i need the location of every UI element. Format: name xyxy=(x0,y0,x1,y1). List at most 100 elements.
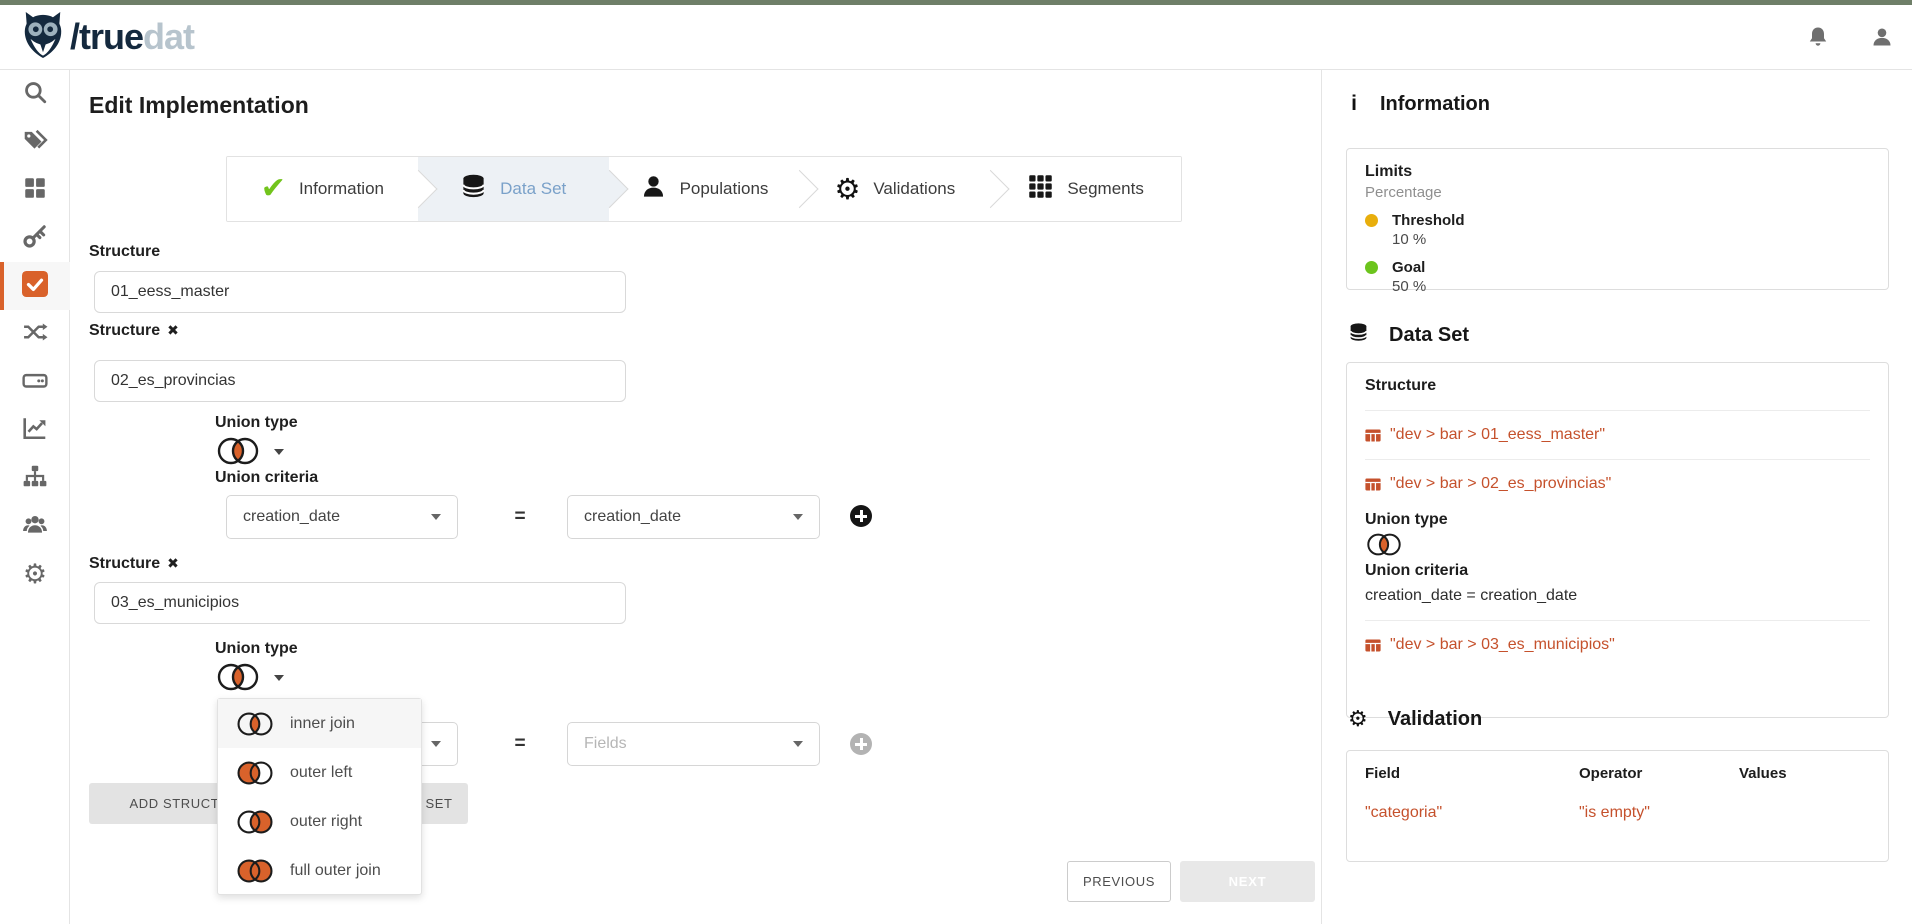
users-icon xyxy=(22,511,48,542)
chevron-down-icon xyxy=(793,741,803,747)
union-criteria-value: creation_date = creation_date xyxy=(1365,587,1870,605)
tab-segments[interactable]: Segments xyxy=(990,157,1181,221)
sidebar-item-sources[interactable] xyxy=(0,358,70,406)
tab-information[interactable]: ✔ Information xyxy=(227,157,418,221)
validation-values-value xyxy=(1739,804,1870,822)
information-card: Limits Percentage Threshold 10 % Goal 50… xyxy=(1346,148,1889,290)
validation-section-header: ⚙ Validation xyxy=(1348,708,1482,731)
chevron-down-icon xyxy=(431,741,441,747)
validation-operator-value: "is empty" xyxy=(1579,804,1739,822)
validation-col-operator: Operator xyxy=(1579,765,1739,782)
database-icon xyxy=(1348,322,1369,348)
data-set-card: Structure "dev > bar > 01_eess_master" "… xyxy=(1346,362,1889,718)
sidebar-item-lineage[interactable] xyxy=(0,310,70,358)
tab-populations[interactable]: Populations xyxy=(609,157,800,221)
goal-label: Goal xyxy=(1392,259,1425,276)
sidebar-item-catalog[interactable] xyxy=(0,166,70,214)
wizard-stepper: ✔ Information Data Set Populations ⚙ Val… xyxy=(226,156,1182,222)
search-icon xyxy=(22,79,48,110)
venn-inner-join-icon xyxy=(1365,532,1403,557)
structure-summary-label: Structure xyxy=(1365,377,1870,395)
dropdown-item-outer-right[interactable]: outer right xyxy=(218,797,421,846)
threshold-dot xyxy=(1365,214,1378,227)
next-button[interactable]: NEXT xyxy=(1180,861,1315,902)
sidebar-item-taxonomy[interactable] xyxy=(0,454,70,502)
validation-col-values: Values xyxy=(1739,765,1870,782)
validation-field-value: "categoria" xyxy=(1365,804,1579,822)
dropdown-item-outer-left[interactable]: outer left xyxy=(218,748,421,797)
add-criteria-button[interactable] xyxy=(850,505,872,527)
info-panel: i Information Limits Percentage Threshol… xyxy=(1321,70,1912,924)
union-type-summary-label: Union type xyxy=(1365,511,1870,529)
info-icon: i xyxy=(1348,92,1360,116)
main-content: Edit Implementation ✔ Information Data S… xyxy=(70,70,1321,924)
tab-validations[interactable]: ⚙ Validations xyxy=(799,157,990,221)
sidebar-item-dashboards[interactable] xyxy=(0,406,70,454)
venn-full-outer-join-icon xyxy=(235,858,275,884)
structure-input-1[interactable] xyxy=(94,271,626,313)
dropdown-item-inner-join[interactable]: inner join xyxy=(218,699,421,748)
validation-col-field: Field xyxy=(1365,765,1579,782)
chevron-down-icon[interactable] xyxy=(274,449,284,455)
union-criteria-label-1: Union criteria xyxy=(215,469,318,487)
truedat-logo[interactable]: /truedat xyxy=(20,11,194,64)
structure-link-2[interactable]: "dev > bar > 02_es_provincias" xyxy=(1365,475,1870,493)
structure-link-3[interactable]: "dev > bar > 03_es_municipios" xyxy=(1365,636,1870,654)
divider xyxy=(1365,410,1870,411)
add-criteria-button-disabled[interactable] xyxy=(850,733,872,755)
venn-outer-right-icon xyxy=(235,809,275,835)
table-icon xyxy=(1365,429,1381,442)
sidebar-item-glossary[interactable] xyxy=(0,118,70,166)
brand-wordmark: /truedat xyxy=(70,16,194,58)
dropdown-item-full-outer-join[interactable]: full outer join xyxy=(218,846,421,895)
grid-icon xyxy=(22,175,48,206)
sidebar-item-settings[interactable]: ⚙ xyxy=(0,550,70,598)
structure-label-2: Structure✖ xyxy=(89,322,179,340)
goal-dot xyxy=(1365,261,1378,274)
divider xyxy=(1365,620,1870,621)
chevron-down-icon xyxy=(431,514,441,520)
union2-right-field-select[interactable]: Fields xyxy=(567,722,820,766)
user-icon[interactable] xyxy=(1870,25,1894,49)
bell-icon[interactable] xyxy=(1806,25,1830,49)
sidebar-item-access[interactable] xyxy=(0,214,70,262)
tab-data-set[interactable]: Data Set xyxy=(418,157,609,221)
sidebar-item-search[interactable] xyxy=(0,70,70,118)
gear-icon: ⚙ xyxy=(1348,709,1368,731)
union-type-select-1[interactable] xyxy=(215,436,261,466)
sidebar-item-quality[interactable] xyxy=(0,262,70,310)
threshold-label: Threshold xyxy=(1392,212,1465,229)
limits-type: Percentage xyxy=(1365,184,1870,201)
venn-outer-left-icon xyxy=(235,760,275,786)
remove-structure-icon[interactable]: ✖ xyxy=(167,323,179,339)
structure-label-3: Structure✖ xyxy=(89,555,179,573)
equals-sign: = xyxy=(505,506,535,528)
union1-left-field-select[interactable]: creation_date xyxy=(226,495,458,539)
chevron-down-icon xyxy=(793,514,803,520)
database-icon xyxy=(460,173,487,205)
union-criteria-summary-label: Union criteria xyxy=(1365,562,1870,580)
union1-right-field-select[interactable]: creation_date xyxy=(567,495,820,539)
sidebar: ⚙ xyxy=(0,70,70,924)
union-type-select-2[interactable] xyxy=(215,662,261,692)
sidebar-item-users[interactable] xyxy=(0,502,70,550)
union-type-label-1: Union type xyxy=(215,414,298,432)
data-set-section-header: Data Set xyxy=(1348,322,1469,348)
page: /truedat xyxy=(0,0,1912,924)
structure-input-3[interactable] xyxy=(94,582,626,624)
sitemap-icon xyxy=(22,463,48,494)
check-square-icon xyxy=(22,271,48,302)
topbar: /truedat xyxy=(0,5,1912,70)
chevron-down-icon[interactable] xyxy=(274,675,284,681)
previous-button[interactable]: PREVIOUS xyxy=(1067,861,1171,902)
goal-value: 50 % xyxy=(1392,278,1870,295)
structure-link-1[interactable]: "dev > bar > 01_eess_master" xyxy=(1365,426,1870,444)
person-icon xyxy=(640,173,667,205)
table-icon xyxy=(1365,639,1381,652)
shuffle-icon xyxy=(22,319,48,350)
page-title: Edit Implementation xyxy=(89,92,309,119)
equals-sign: = xyxy=(505,733,535,755)
structure-input-2[interactable] xyxy=(94,360,626,402)
remove-structure-icon[interactable]: ✖ xyxy=(167,556,179,572)
gear-icon: ⚙ xyxy=(23,561,47,588)
